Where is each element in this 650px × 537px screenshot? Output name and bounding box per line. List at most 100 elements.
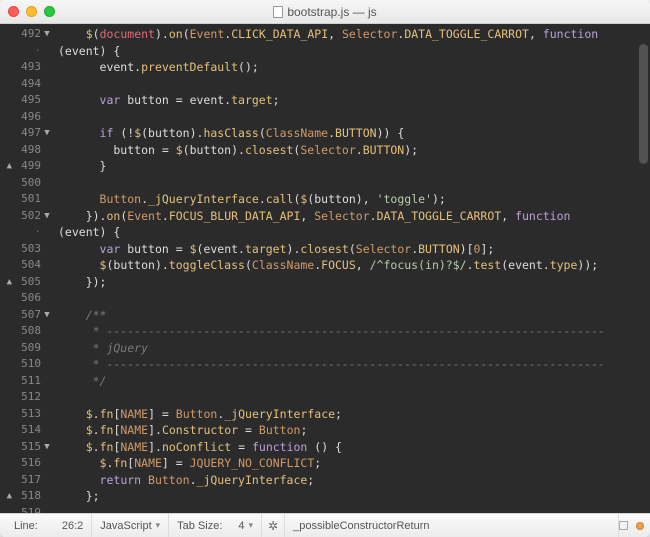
gutter-line[interactable]: ▲518 [2, 488, 54, 505]
tab-size-value: 4 [238, 520, 244, 532]
close-icon[interactable] [8, 6, 19, 17]
code-line[interactable]: return Button._jQueryInterface; [58, 472, 650, 489]
traffic-lights [8, 6, 55, 17]
line-label: Line: [14, 520, 38, 532]
line-number: 499 [13, 158, 41, 175]
line-number: 501 [13, 191, 41, 208]
code-line[interactable]: Button._jQueryInterface.call($(button), … [58, 191, 650, 208]
fold-icon[interactable]: ▼ [42, 26, 52, 43]
gutter-line[interactable]: 498 [2, 142, 54, 159]
status-symbol[interactable]: _possibleConstructorReturn [285, 514, 619, 537]
titlebar[interactable]: bootstrap.js — js [0, 0, 650, 24]
gutter-line[interactable]: 493 [2, 59, 54, 76]
code-line[interactable]: } [58, 158, 650, 175]
gutter-line[interactable]: 502▼ [2, 208, 54, 225]
status-settings[interactable]: ✲ [262, 514, 285, 537]
gutter-line[interactable]: ▲505 [2, 274, 54, 291]
code-line[interactable]: (event) { [58, 43, 650, 60]
gutter-line[interactable]: 507▼ [2, 307, 54, 324]
code-line[interactable] [58, 76, 650, 93]
code-line[interactable]: * --------------------------------------… [58, 356, 650, 373]
gutter[interactable]: 492▼·493494495496497▼498▲499500501502▼·5… [0, 24, 54, 513]
line-number: 503 [13, 241, 41, 258]
code-line[interactable]: $.fn[NAME].noConflict = function () { [58, 439, 650, 456]
code-line[interactable] [58, 175, 650, 192]
fold-icon[interactable]: ▼ [42, 125, 52, 142]
status-tab-size[interactable]: Tab Size: 4 ▾ [169, 514, 262, 537]
gear-icon: ✲ [268, 519, 278, 533]
code-line[interactable]: }; [58, 488, 650, 505]
gutter-line[interactable]: 496 [2, 109, 54, 126]
code-line[interactable] [58, 505, 650, 514]
line-number: 518 [13, 488, 41, 505]
file-icon [273, 6, 283, 18]
code-editor[interactable]: 492▼·493494495496497▼498▲499500501502▼·5… [0, 24, 650, 513]
line-number: 500 [13, 175, 41, 192]
status-language[interactable]: JavaScript ▾ [92, 514, 169, 537]
panel-toggle-icon[interactable] [619, 521, 628, 530]
code-line[interactable]: $.fn[NAME] = Button._jQueryInterface; [58, 406, 650, 423]
gutter-line[interactable]: 519 [2, 505, 54, 514]
gutter-line[interactable]: 503 [2, 241, 54, 258]
line-number: 504 [13, 257, 41, 274]
gutter-line[interactable]: 513 [2, 406, 54, 423]
status-indicator-icon[interactable] [636, 522, 644, 530]
gutter-line[interactable]: 501 [2, 191, 54, 208]
code-line[interactable]: $.fn[NAME].Constructor = Button; [58, 422, 650, 439]
gutter-line[interactable]: ▲499 [2, 158, 54, 175]
gutter-line[interactable]: 495 [2, 92, 54, 109]
code-line[interactable]: var button = $(event.target).closest(Sel… [58, 241, 650, 258]
code-line[interactable] [58, 290, 650, 307]
line-number: 498 [13, 142, 41, 159]
gutter-line[interactable]: 512 [2, 389, 54, 406]
gutter-line[interactable]: · [2, 224, 54, 241]
code-line[interactable]: /** [58, 307, 650, 324]
line-number: 508 [13, 323, 41, 340]
code-line[interactable] [58, 109, 650, 126]
line-number: · [13, 224, 41, 241]
gutter-line[interactable]: 516 [2, 455, 54, 472]
code-line[interactable]: $(document).on(Event.CLICK_DATA_API, Sel… [58, 26, 650, 43]
code-area[interactable]: $(document).on(Event.CLICK_DATA_API, Sel… [54, 24, 650, 513]
gutter-line[interactable]: 497▼ [2, 125, 54, 142]
gutter-line[interactable]: 508 [2, 323, 54, 340]
vertical-scrollbar[interactable] [639, 44, 648, 164]
line-number: 516 [13, 455, 41, 472]
gutter-line[interactable]: 504 [2, 257, 54, 274]
gutter-line[interactable]: 510 [2, 356, 54, 373]
code-line[interactable]: if (!$(button).hasClass(ClassName.BUTTON… [58, 125, 650, 142]
minimize-icon[interactable] [26, 6, 37, 17]
line-number: 507 [13, 307, 41, 324]
gutter-line[interactable]: 517 [2, 472, 54, 489]
gutter-line[interactable]: 515▼ [2, 439, 54, 456]
gutter-line[interactable]: 492▼ [2, 26, 54, 43]
fold-icon[interactable]: ▼ [42, 208, 52, 225]
gutter-line[interactable]: 506 [2, 290, 54, 307]
line-number: 517 [13, 472, 41, 489]
gutter-line[interactable]: · [2, 43, 54, 60]
chevron-down-icon: ▾ [156, 520, 161, 531]
code-line[interactable]: (event) { [58, 224, 650, 241]
code-line[interactable]: $(button).toggleClass(ClassName.FOCUS, /… [58, 257, 650, 274]
code-line[interactable]: }).on(Event.FOCUS_BLUR_DATA_API, Selecto… [58, 208, 650, 225]
mod-marker: ▲ [6, 158, 12, 175]
code-line[interactable]: * --------------------------------------… [58, 323, 650, 340]
gutter-line[interactable]: 509 [2, 340, 54, 357]
code-line[interactable]: * jQuery [58, 340, 650, 357]
code-line[interactable]: $.fn[NAME] = JQUERY_NO_CONFLICT; [58, 455, 650, 472]
gutter-line[interactable]: 494 [2, 76, 54, 93]
fold-icon[interactable]: ▼ [42, 307, 52, 324]
code-line[interactable]: }); [58, 274, 650, 291]
code-line[interactable]: button = $(button).closest(Selector.BUTT… [58, 142, 650, 159]
zoom-icon[interactable] [44, 6, 55, 17]
code-line[interactable]: */ [58, 373, 650, 390]
gutter-line[interactable]: 500 [2, 175, 54, 192]
gutter-line[interactable]: 514 [2, 422, 54, 439]
code-line[interactable]: var button = event.target; [58, 92, 650, 109]
fold-icon[interactable]: ▼ [42, 439, 52, 456]
status-bar: Line: 26:2 JavaScript ▾ Tab Size: 4 ▾ ✲ … [0, 513, 650, 537]
gutter-line[interactable]: 511 [2, 373, 54, 390]
code-line[interactable] [58, 389, 650, 406]
status-cursor[interactable]: Line: 26:2 [6, 514, 92, 537]
code-line[interactable]: event.preventDefault(); [58, 59, 650, 76]
